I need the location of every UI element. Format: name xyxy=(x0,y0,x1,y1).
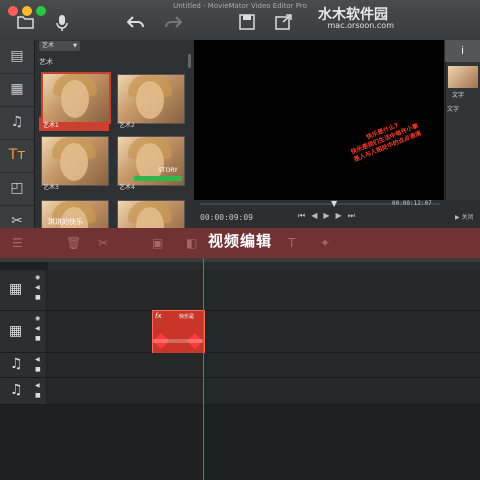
watermark-url: mac.orsoon.com xyxy=(327,21,394,30)
category-dropdown[interactable]: 艺术 ▼ xyxy=(39,41,80,51)
playhead[interactable] xyxy=(203,258,204,480)
lock-icon[interactable]: ■ xyxy=(35,392,41,399)
video-effects-icon[interactable]: ▦ xyxy=(0,73,34,107)
banner-text: 视频编辑 xyxy=(207,232,272,250)
window-title: Untitled - MovieMator Video Editor Pro xyxy=(173,2,307,10)
chevron-down-icon: ▼ xyxy=(73,43,77,49)
eye-icon[interactable]: ◉ xyxy=(35,315,40,322)
media-icon[interactable]: ▤ xyxy=(0,40,34,74)
transport-buttons[interactable]: ⏮◀▶▶⏭ xyxy=(298,211,361,221)
microphone-icon[interactable] xyxy=(52,14,72,34)
close-panel-button[interactable]: ▶ 关闭 xyxy=(455,212,474,221)
lock-icon[interactable]: ■ xyxy=(35,294,41,301)
audio-track[interactable] xyxy=(47,378,480,405)
speaker-icon[interactable]: ◀ xyxy=(35,356,40,363)
clip-title: 快乐是 xyxy=(179,314,195,320)
template-label: 艺术4 xyxy=(119,184,135,191)
lock-icon[interactable]: ■ xyxy=(35,335,41,342)
category-heading: 艺术 xyxy=(39,58,53,66)
track-header: ▦ ◉ ◀ ■ xyxy=(0,311,46,353)
clip-waveform xyxy=(153,333,204,349)
template-thumbnail[interactable] xyxy=(117,74,185,124)
template-label: 艺术2 xyxy=(119,122,135,129)
close-label: 关闭 xyxy=(461,214,474,221)
info-icon[interactable]: i xyxy=(445,40,480,62)
eye-icon[interactable]: ◉ xyxy=(35,274,40,281)
undo-icon[interactable] xyxy=(126,14,146,34)
text-clip[interactable]: fx 快乐是 xyxy=(152,310,205,354)
library-scrollbar[interactable] xyxy=(188,54,191,68)
category-dropdown-value: 艺术 xyxy=(42,42,55,49)
save-icon[interactable] xyxy=(237,14,257,34)
scrubber-handle-icon[interactable]: ▼ xyxy=(331,199,337,208)
green-caption-bar xyxy=(134,176,182,181)
speaker-icon[interactable]: ◀ xyxy=(35,284,40,291)
video-track[interactable] xyxy=(47,311,480,353)
template-thumbnail[interactable]: STORY xyxy=(117,136,185,186)
property-thumbnail[interactable] xyxy=(448,66,478,88)
speaker-icon[interactable]: ◀ xyxy=(35,382,40,389)
fx-badge: fx xyxy=(155,312,162,320)
audio-track-icon: ♫ xyxy=(10,382,23,398)
total-timecode: 00:00:12:07 xyxy=(392,200,432,207)
template-label: 艺术3 xyxy=(43,184,59,191)
speaker-icon[interactable]: ◀ xyxy=(35,325,40,332)
track-header: ▦ ◉ ◀ ■ xyxy=(0,270,46,311)
export-icon[interactable] xyxy=(274,14,294,34)
template-thumbnail[interactable] xyxy=(41,136,109,186)
audio-icon[interactable]: ♫ xyxy=(0,106,34,140)
template-label: 艺术1 xyxy=(43,122,59,129)
current-timecode: 00:00:09:09 xyxy=(200,213,253,222)
redo-icon[interactable] xyxy=(163,14,183,34)
property-item-label: 文字 xyxy=(452,92,465,99)
thumbnail-caption: STORY xyxy=(158,167,178,174)
transitions-icon[interactable]: ◰ xyxy=(0,172,34,206)
text-icon[interactable]: Tт xyxy=(0,139,34,173)
template-thumbnail[interactable] xyxy=(41,72,111,124)
track-header: ♫ ◀ ■ xyxy=(0,378,46,405)
video-track-icon: ▦ xyxy=(9,281,23,297)
video-track-icon: ▦ xyxy=(9,323,23,339)
lock-icon[interactable]: ■ xyxy=(35,366,41,373)
audio-track[interactable] xyxy=(47,353,480,378)
thumbnail-caption: 琪琪的快乐 xyxy=(48,218,83,226)
folder-open-icon[interactable] xyxy=(16,14,36,34)
track-header: ♫ ◀ ■ xyxy=(0,353,46,378)
property-section-label: 文字 xyxy=(447,106,460,113)
video-track[interactable] xyxy=(47,270,480,311)
audio-track-icon: ♫ xyxy=(10,356,23,372)
